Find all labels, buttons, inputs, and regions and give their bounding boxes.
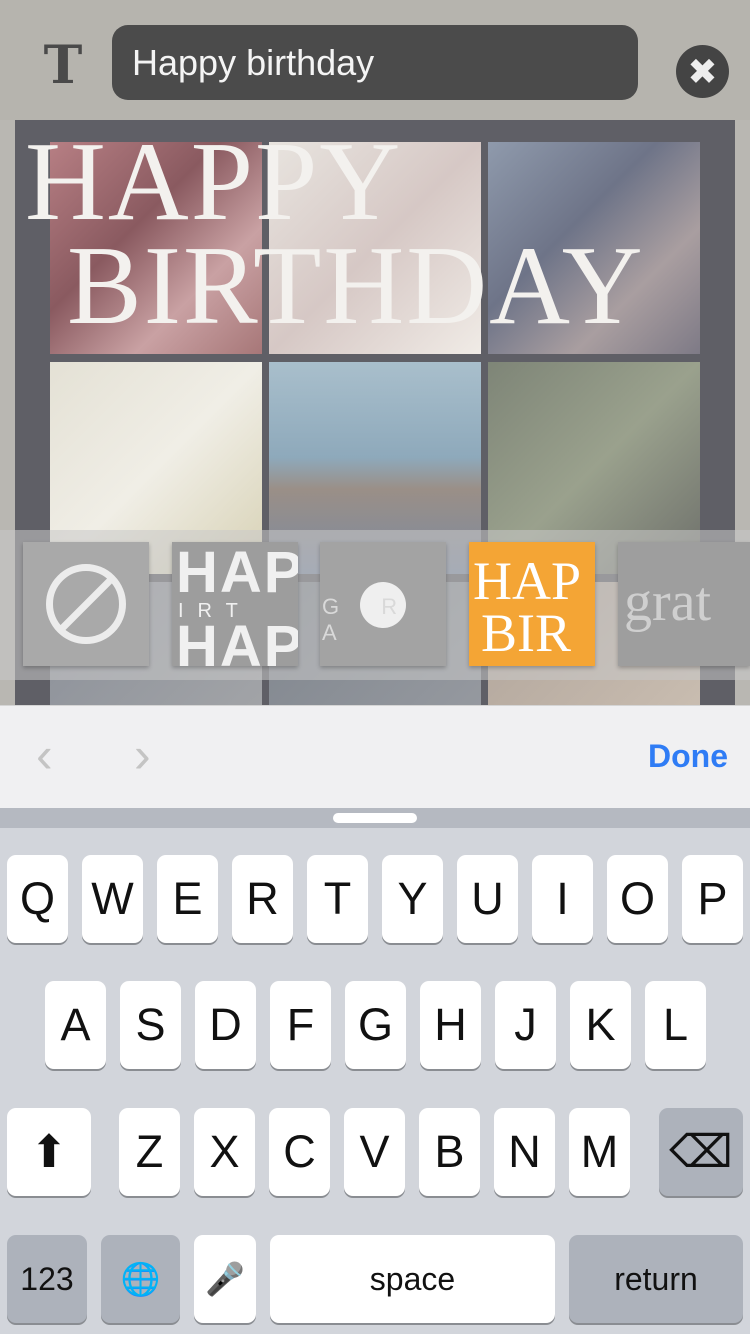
key-s[interactable]: S — [120, 981, 181, 1069]
done-button[interactable]: Done — [648, 738, 728, 775]
key-p[interactable]: P — [682, 855, 743, 943]
space-key[interactable]: space — [270, 1235, 555, 1323]
key-l[interactable]: L — [645, 981, 706, 1069]
style-preview-text: BIR — [481, 603, 572, 663]
keyboard-handle-bar — [0, 808, 750, 828]
style-option-script[interactable]: grat — [618, 542, 750, 666]
key-e[interactable]: E — [157, 855, 218, 943]
microphone-icon[interactable]: 🎤 — [194, 1235, 256, 1323]
key-n[interactable]: N — [494, 1108, 555, 1196]
key-y[interactable]: Y — [382, 855, 443, 943]
style-preview-text: HAP — [176, 614, 298, 667]
globe-icon[interactable]: 🌐 — [101, 1235, 180, 1323]
key-k[interactable]: K — [570, 981, 631, 1069]
key-x[interactable]: X — [194, 1108, 255, 1196]
key-d[interactable]: D — [195, 981, 256, 1069]
delete-key[interactable]: ⌫ — [659, 1108, 743, 1196]
key-v[interactable]: V — [344, 1108, 405, 1196]
return-key[interactable]: return — [569, 1235, 743, 1323]
chevron-right-icon[interactable]: › — [134, 730, 151, 780]
style-preview-text: HAP — [176, 542, 298, 605]
key-i[interactable]: I — [532, 855, 593, 943]
key-q[interactable]: Q — [7, 855, 68, 943]
shift-key[interactable]: ⬆ — [7, 1108, 91, 1196]
key-t[interactable]: T — [307, 855, 368, 943]
key-g[interactable]: G — [345, 981, 406, 1069]
key-b[interactable]: B — [419, 1108, 480, 1196]
text-tool-icon[interactable]: T — [38, 36, 88, 96]
key-m[interactable]: M — [569, 1108, 630, 1196]
no-style-icon — [46, 564, 126, 644]
style-preview-text: grat — [624, 571, 712, 633]
key-o[interactable]: O — [607, 855, 668, 943]
key-z[interactable]: Z — [119, 1108, 180, 1196]
text-style-picker: HAP IRT HAP G R A HAP BIR grat — [0, 530, 750, 680]
style-option-serif-selected[interactable]: HAP BIR — [469, 542, 595, 666]
numbers-key[interactable]: 123 — [7, 1235, 87, 1323]
headline-line1: Happy — [25, 120, 403, 244]
text-editor-header: T Happy birthday ✖ — [0, 0, 750, 120]
keyboard: Q W E R T Y U I O P A S D F G H J K L ⬆ Z X C V B N M ⌫ 123 🌐 🎤 space re… — [0, 808, 750, 1334]
style-none-option[interactable] — [23, 542, 149, 666]
style-preview-text: G R A — [322, 594, 416, 645]
keyboard-accessory-bar: ‹ › Done — [0, 705, 750, 809]
grabber-handle[interactable] — [333, 813, 417, 823]
key-r[interactable]: R — [232, 855, 293, 943]
close-icon[interactable]: ✖ — [676, 45, 729, 98]
style-option-circle[interactable]: G R A — [320, 542, 446, 666]
style-option-block[interactable]: HAP IRT HAP — [172, 542, 298, 666]
key-h[interactable]: H — [420, 981, 481, 1069]
key-f[interactable]: F — [270, 981, 331, 1069]
chevron-left-icon[interactable]: ‹ — [36, 730, 53, 780]
text-input-field[interactable]: Happy birthday — [112, 25, 638, 100]
key-a[interactable]: A — [45, 981, 106, 1069]
headline-line2: Birthday — [67, 224, 645, 348]
key-w[interactable]: W — [82, 855, 143, 943]
headline-text-overlay[interactable]: Happy Birthday — [25, 120, 725, 348]
key-j[interactable]: J — [495, 981, 556, 1069]
key-c[interactable]: C — [269, 1108, 330, 1196]
key-u[interactable]: U — [457, 855, 518, 943]
